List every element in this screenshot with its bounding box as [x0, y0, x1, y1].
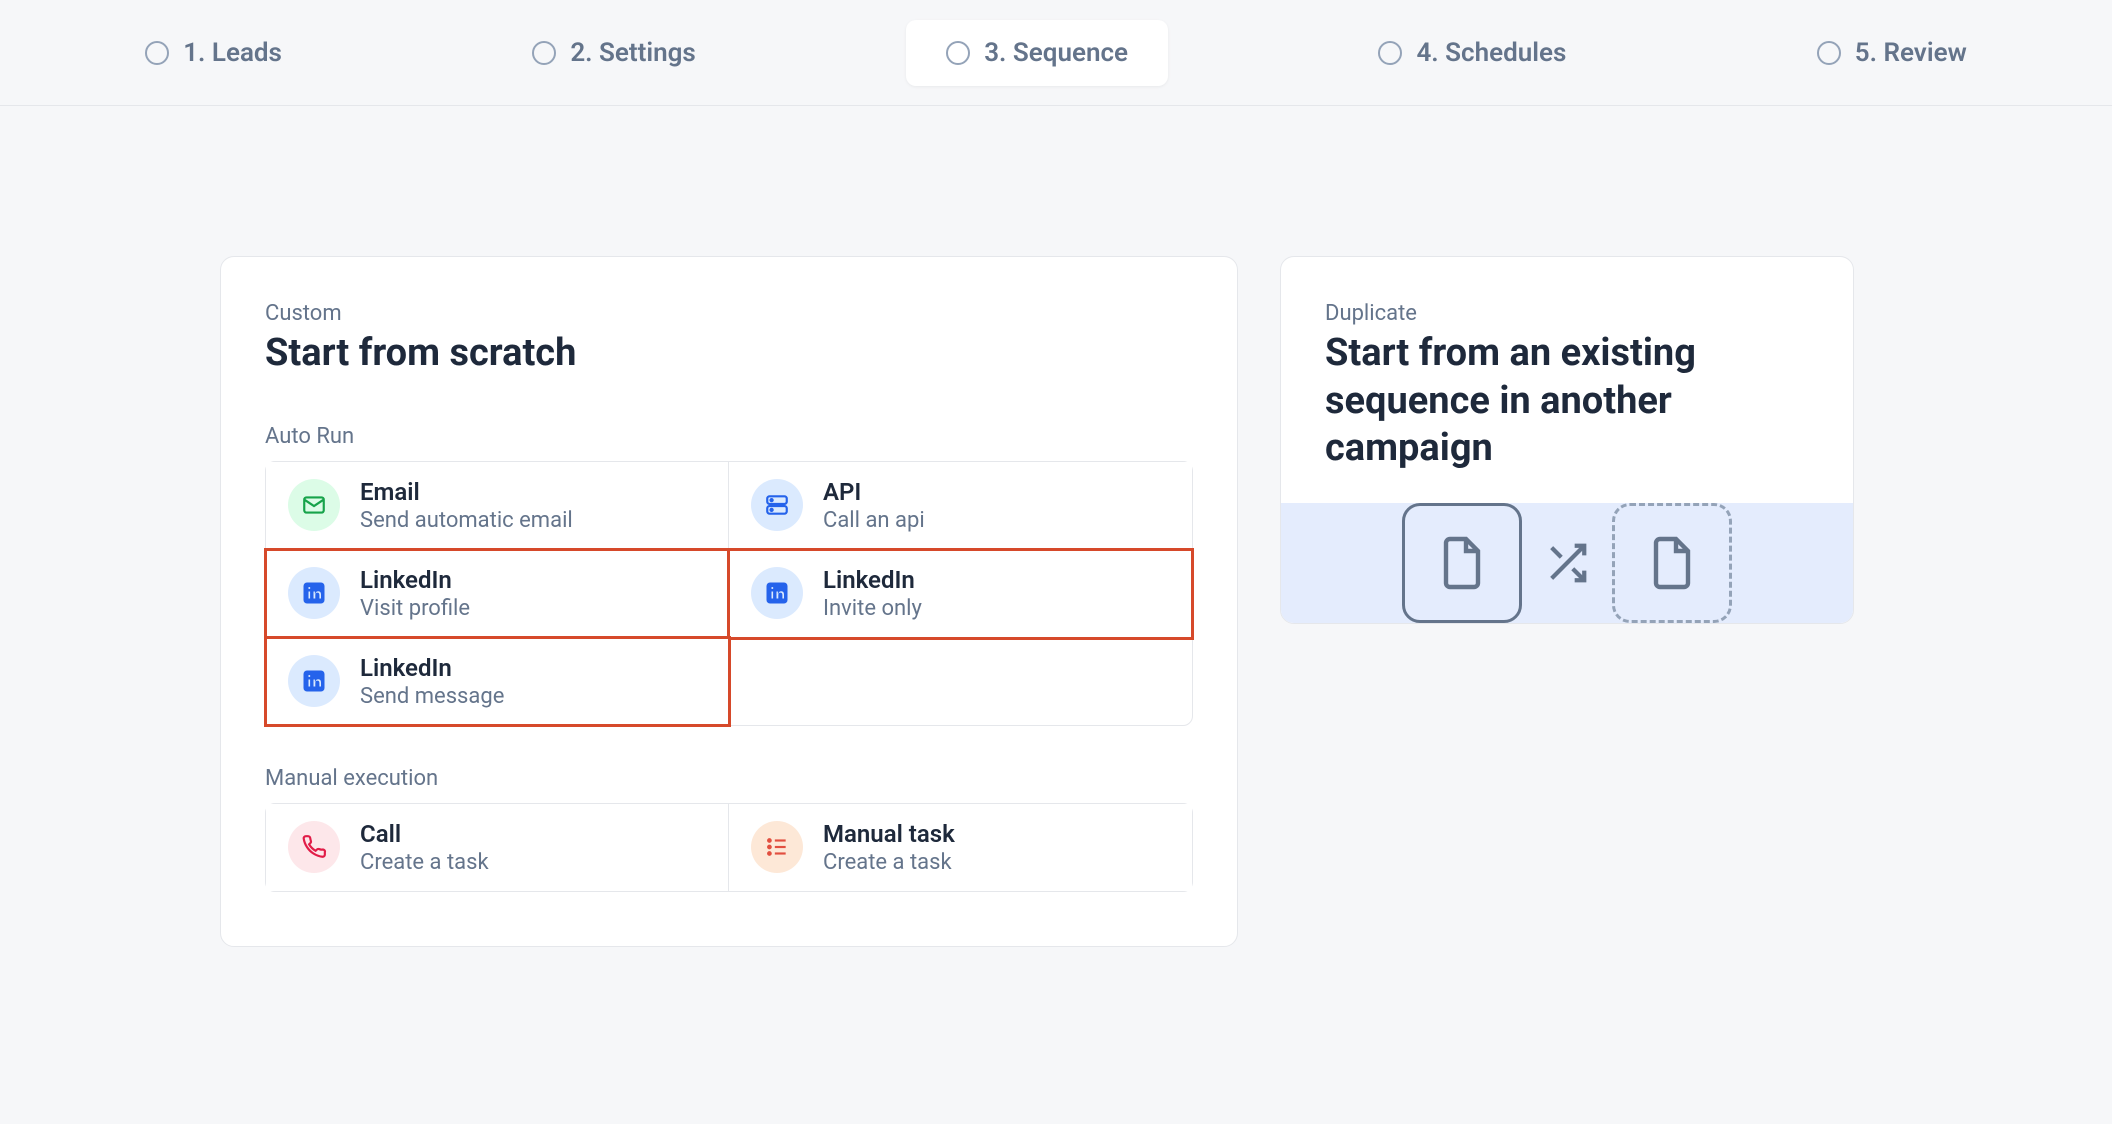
option-subtitle: Send message — [360, 684, 504, 709]
step-review[interactable]: 5. Review — [1777, 20, 2007, 86]
step-label: 5. Review — [1855, 38, 1967, 68]
radio-icon — [145, 41, 169, 65]
duplicate-illustration — [1281, 503, 1853, 623]
step-label: 3. Sequence — [984, 38, 1128, 68]
linkedin-icon — [288, 655, 340, 707]
option-linkedin-visit[interactable]: LinkedIn Visit profile — [266, 550, 729, 638]
step-sequence[interactable]: 3. Sequence — [906, 20, 1168, 86]
auto-run-options: Email Send automatic email API Call an a… — [265, 461, 1193, 726]
step-schedules[interactable]: 4. Schedules — [1338, 20, 1606, 86]
option-title: API — [823, 478, 925, 506]
shuffle-icon — [1544, 540, 1590, 586]
radio-icon — [532, 41, 556, 65]
phone-icon — [288, 821, 340, 873]
custom-title: Start from scratch — [265, 330, 1193, 378]
option-email[interactable]: Email Send automatic email — [266, 462, 729, 550]
option-title: LinkedIn — [360, 566, 470, 594]
option-title: LinkedIn — [360, 654, 504, 682]
step-label: 4. Schedules — [1416, 38, 1566, 68]
option-subtitle: Create a task — [360, 850, 489, 875]
document-source-icon — [1402, 503, 1522, 623]
linkedin-icon — [751, 567, 803, 619]
main-area: Custom Start from scratch Auto Run Email… — [0, 106, 2112, 947]
option-call[interactable]: Call Create a task — [266, 804, 729, 891]
mail-icon — [288, 479, 340, 531]
option-linkedin-invite[interactable]: LinkedIn Invite only — [729, 550, 1192, 638]
wizard-steps: 1. Leads 2. Settings 3. Sequence 4. Sche… — [0, 0, 2112, 106]
auto-run-label: Auto Run — [265, 424, 1193, 449]
step-settings[interactable]: 2. Settings — [492, 20, 735, 86]
option-title: Manual task — [823, 820, 955, 848]
radio-icon — [946, 41, 970, 65]
document-target-icon — [1612, 503, 1732, 623]
option-api[interactable]: API Call an api — [729, 462, 1192, 550]
option-subtitle: Send automatic email — [360, 508, 573, 533]
duplicate-title: Start from an existing sequence in anoth… — [1325, 330, 1809, 473]
manual-exec-options: Call Create a task Manual task Create a … — [265, 803, 1193, 892]
option-title: Call — [360, 820, 489, 848]
option-linkedin-message[interactable]: LinkedIn Send message — [266, 638, 729, 725]
option-subtitle: Call an api — [823, 508, 925, 533]
server-icon — [751, 479, 803, 531]
option-title: Email — [360, 478, 573, 506]
radio-icon — [1378, 41, 1402, 65]
duplicate-sequence-card[interactable]: Duplicate Start from an existing sequenc… — [1280, 256, 1854, 624]
custom-eyebrow: Custom — [265, 301, 1193, 326]
manual-exec-label: Manual execution — [265, 766, 1193, 791]
radio-icon — [1817, 41, 1841, 65]
option-subtitle: Visit profile — [360, 596, 470, 621]
option-title: LinkedIn — [823, 566, 922, 594]
duplicate-eyebrow: Duplicate — [1325, 301, 1809, 326]
option-subtitle: Create a task — [823, 850, 955, 875]
list-icon — [751, 821, 803, 873]
linkedin-icon — [288, 567, 340, 619]
step-label: 2. Settings — [570, 38, 695, 68]
custom-sequence-card: Custom Start from scratch Auto Run Email… — [220, 256, 1238, 947]
option-subtitle: Invite only — [823, 596, 922, 621]
step-label: 1. Leads — [183, 38, 282, 68]
option-manual-task[interactable]: Manual task Create a task — [729, 804, 1192, 891]
step-leads[interactable]: 1. Leads — [105, 20, 322, 86]
